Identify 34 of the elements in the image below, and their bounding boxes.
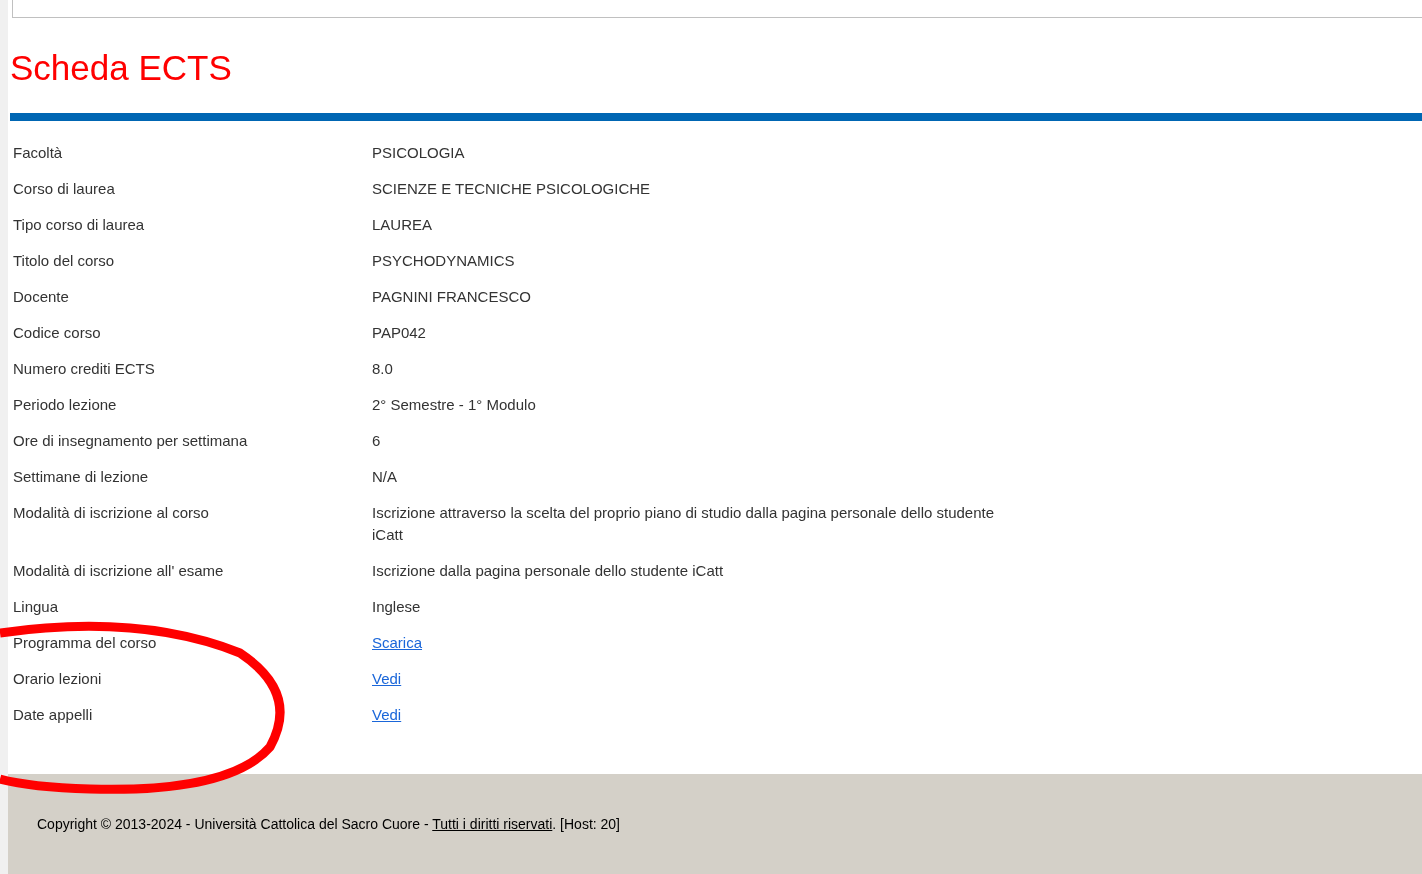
field-value: PAP042 — [372, 323, 426, 343]
field-label: Codice corso — [13, 324, 101, 341]
link[interactable]: Vedi — [372, 668, 402, 690]
field-value: PSICOLOGIA — [372, 143, 465, 163]
field-label: Settimane di lezione — [13, 468, 149, 485]
field-value: 6 — [372, 431, 381, 451]
field-label: Date appelli — [13, 706, 93, 723]
field-label: Numero crediti ECTS — [13, 360, 155, 377]
copyright-text: Copyright © 2013-2024 - Università Cattolica del Sacro Cuore - Tutti i diritti riservati. [Host: 20] — [37, 814, 620, 834]
field-label: Facoltà — [13, 144, 63, 161]
field-label: Programma del corso — [13, 634, 157, 651]
field-label: Lingua — [13, 598, 59, 615]
link[interactable]: Scarica — [372, 632, 423, 654]
field-value: PAGNINI FRANCESCO — [372, 287, 531, 307]
field-label: Modalità di iscrizione all' esame — [13, 562, 224, 579]
field-label: Ore di insegnamento per settimana — [13, 432, 248, 449]
field-value: Iscrizione dalla pagina personale dello studente iCatt — [372, 561, 724, 581]
link[interactable]: Vedi — [372, 704, 402, 726]
field-label: Modalità di iscrizione al corso — [13, 504, 209, 521]
field-label: Titolo del corso — [13, 252, 115, 269]
field-value: PSYCHODYNAMICS — [372, 251, 515, 271]
page-title: Scheda ECTS — [10, 50, 232, 85]
field-value: Inglese — [372, 597, 421, 617]
field-label: Periodo lezione — [13, 396, 117, 413]
field-value: N/A — [372, 467, 397, 487]
field-value: 2° Semestre - 1° Modulo — [372, 395, 536, 415]
field-label: Docente — [13, 288, 69, 305]
field-label: Orario lezioni — [13, 670, 102, 687]
field-label: Corso di laurea — [13, 180, 115, 197]
field-value: Iscrizione attraverso la scelta del proprio piano di studio dalla pagina personale dello studente iCatt — [372, 503, 996, 545]
field-value: SCIENZE E TECNICHE PSICOLOGICHE — [372, 179, 651, 199]
field-label: Tipo corso di laurea — [13, 216, 145, 233]
field-value: 8.0 — [372, 359, 393, 379]
field-value: LAUREA — [372, 215, 433, 235]
